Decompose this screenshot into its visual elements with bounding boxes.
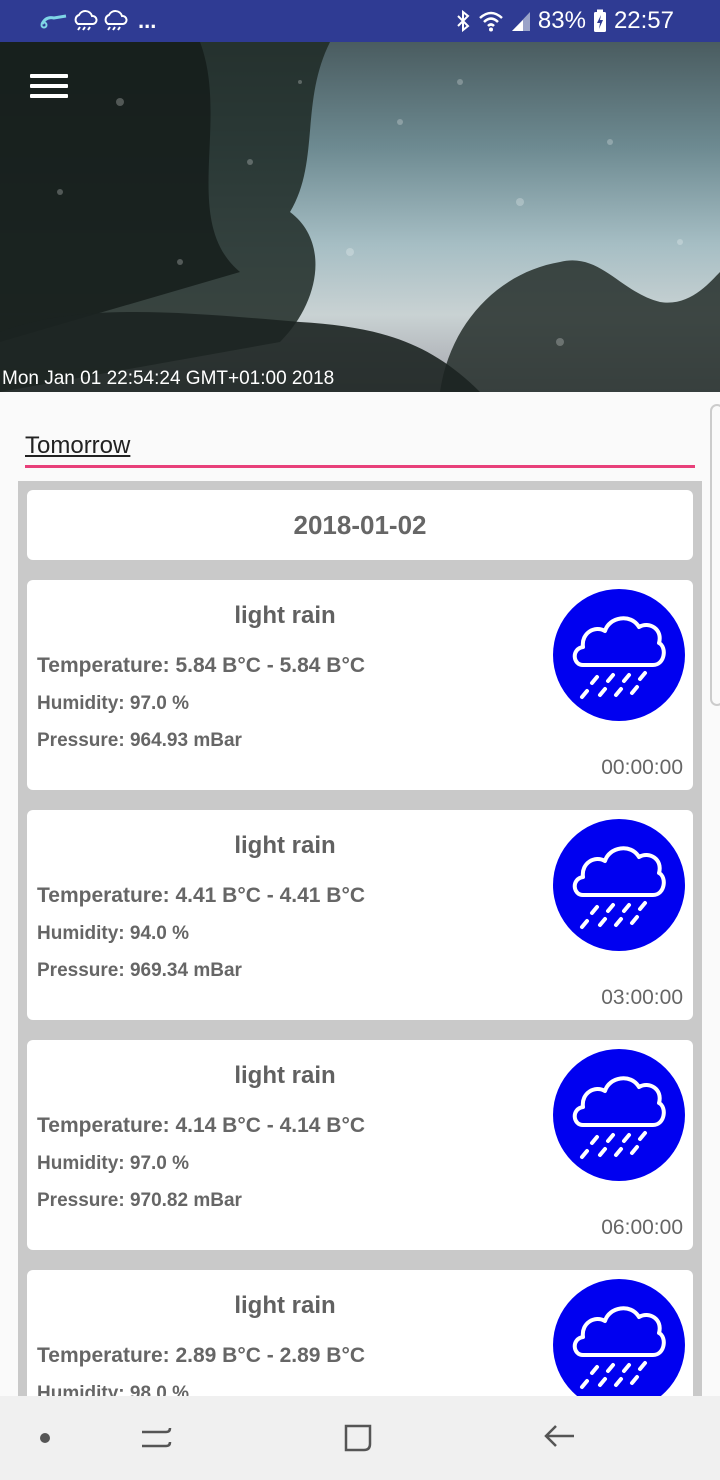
rain-window-photo xyxy=(0,42,720,392)
forecast-time: 03:00:00 xyxy=(601,986,683,1009)
forecast-humidity: Humidity: 94.0 % xyxy=(37,923,190,944)
status-bar: ... 83% 22:57 xyxy=(0,0,720,42)
header-rain-photo: Mon Jan 01 22:54:24 GMT+01:00 2018 xyxy=(0,42,720,392)
cloud-rain-icon xyxy=(553,1279,685,1396)
system-status: 83% 22:57 xyxy=(455,6,674,36)
date-header: 2018-01-02 xyxy=(27,490,693,560)
forecast-condition: light rain xyxy=(234,602,336,629)
forecast-pressure: Pressure: 964.93 mBar xyxy=(37,730,242,751)
navigation-bar xyxy=(0,1396,720,1480)
bluetooth-icon xyxy=(457,9,470,33)
forecast-time: 00:00:00 xyxy=(601,756,683,779)
forecast-temperature: Temperature: 4.14 B°C - 4.14 B°C xyxy=(37,1114,366,1137)
forecast-card[interactable]: light rain Temperature: 2.89 B°C - 2.89 … xyxy=(27,1270,693,1396)
menu-icon-bar xyxy=(30,74,68,78)
forecast-condition: light rain xyxy=(234,1062,336,1089)
cloud-rain-icon xyxy=(553,1049,685,1181)
menu-icon-bar xyxy=(30,94,68,98)
forecast-humidity: Humidity: 98.0 % xyxy=(37,1383,190,1396)
rain-cloud-notification-icon xyxy=(74,10,98,31)
forecast-time: 06:00:00 xyxy=(601,1216,683,1239)
cloud-rain-icon xyxy=(553,589,685,721)
tab-indicator xyxy=(25,465,695,468)
forecast-card[interactable]: light rain Temperature: 4.41 B°C - 4.41 … xyxy=(27,810,693,1020)
nav-dot-icon[interactable] xyxy=(25,1418,65,1458)
last-updated-timestamp: Mon Jan 01 22:54:24 GMT+01:00 2018 xyxy=(2,368,335,389)
notification-icons: ... xyxy=(40,6,156,36)
forecast-condition: light rain xyxy=(234,1292,336,1319)
edge-panel-handle[interactable] xyxy=(710,404,720,706)
home-icon[interactable] xyxy=(338,1418,378,1458)
forecast-card[interactable]: light rain Temperature: 5.84 B°C - 5.84 … xyxy=(27,580,693,790)
forecast-temperature: Temperature: 2.89 B°C - 2.89 B°C xyxy=(37,1344,366,1367)
forecast-pressure: Pressure: 969.34 mBar xyxy=(37,960,242,981)
wifi-icon xyxy=(479,11,503,32)
forecast-temperature: Temperature: 4.41 B°C - 4.41 B°C xyxy=(37,884,366,907)
forecast-list[interactable]: 2018-01-02 light rain Temperature: 5.84 … xyxy=(18,481,702,1396)
battery-charging-icon xyxy=(593,9,606,32)
forecast-card[interactable]: light rain Temperature: 4.14 B°C - 4.14 … xyxy=(27,1040,693,1250)
recent-apps-icon[interactable] xyxy=(136,1418,176,1458)
forecast-humidity: Humidity: 97.0 % xyxy=(37,1153,190,1174)
clock: 22:57 xyxy=(613,7,674,34)
forecast-pressure: Pressure: 970.82 mBar xyxy=(37,1190,242,1211)
forecast-condition: light rain xyxy=(234,832,336,859)
forecast-temperature: Temperature: 5.84 B°C - 5.84 B°C xyxy=(37,654,366,677)
more-notifications-indicator: ... xyxy=(138,8,157,33)
back-icon[interactable] xyxy=(540,1418,580,1458)
cloud-rain-icon xyxy=(553,819,685,951)
menu-button[interactable] xyxy=(30,74,68,104)
app-notification-icon xyxy=(40,14,67,29)
battery-percent: 83% xyxy=(537,7,586,34)
forecast-humidity: Humidity: 97.0 % xyxy=(37,693,190,714)
tab-tomorrow[interactable]: Tomorrow xyxy=(25,432,130,460)
menu-icon-bar xyxy=(30,84,68,88)
cellular-signal-icon xyxy=(511,12,530,31)
rain-cloud-notification-icon xyxy=(104,10,128,31)
